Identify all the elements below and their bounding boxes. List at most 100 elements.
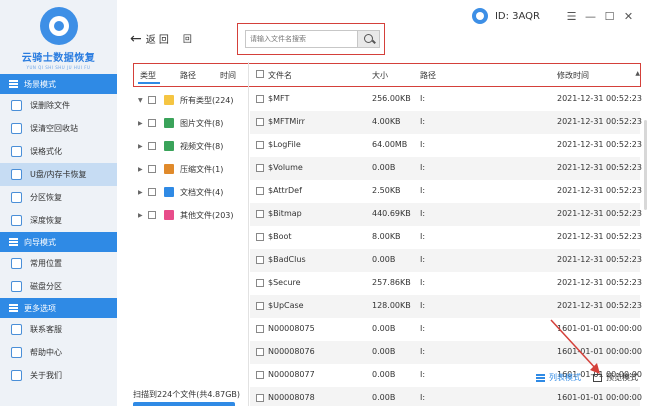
expand-arrow-icon[interactable]: ▶ (138, 143, 148, 150)
row-checkbox[interactable] (256, 118, 264, 126)
row-checkbox[interactable] (256, 256, 264, 264)
sidebar-item[interactable]: U盘/内存卡恢复 (0, 163, 117, 186)
row-checkbox[interactable] (256, 141, 264, 149)
sidebar-item-label: 关于我们 (30, 371, 62, 380)
tree-item[interactable]: ▶ 文档文件(4) (138, 184, 223, 200)
sidebar-item[interactable]: 误删除文件 (0, 94, 117, 117)
sidebar-item[interactable]: 关于我们 (0, 364, 117, 387)
expand-arrow-icon[interactable]: ▼ (138, 97, 148, 104)
table-row[interactable]: $MFTMirr 4.00KB I: 2021-12-31 00:52:23 (250, 111, 642, 134)
row-checkbox[interactable] (256, 164, 264, 172)
sort-arrow-icon[interactable]: ▲ (635, 70, 640, 77)
cell-size: 0.00B (372, 393, 396, 402)
row-checkbox[interactable] (256, 187, 264, 195)
table-row[interactable]: $BadClus 0.00B I: 2021-12-31 00:52:23 (250, 249, 642, 272)
sidebar-item[interactable]: 误格式化 (0, 140, 117, 163)
expand-arrow-icon[interactable]: ▶ (138, 212, 148, 219)
tree-item[interactable]: ▶ 视频文件(8) (138, 138, 223, 154)
sidebar-item[interactable]: 帮助中心 (0, 341, 117, 364)
back-arrow-icon[interactable]: ← (130, 32, 142, 46)
cell-name: N00008075 (268, 324, 315, 333)
active-tab-indicator (138, 82, 160, 84)
row-checkbox[interactable] (256, 279, 264, 287)
cell-path: I: (420, 301, 426, 310)
expand-arrow-icon[interactable]: ▶ (138, 189, 148, 196)
sidebar-item[interactable]: 深度恢复 (0, 209, 117, 232)
row-checkbox[interactable] (256, 95, 264, 103)
sidebar-item-label: 磁盘分区 (30, 282, 62, 291)
search-field (245, 30, 380, 48)
scrollbar[interactable] (644, 120, 647, 210)
sidebar-item-label: 深度恢复 (30, 216, 62, 225)
user-avatar-icon[interactable] (471, 8, 488, 24)
tree-item[interactable]: ▶ 图片文件(8) (138, 115, 223, 131)
sidebar-item[interactable]: 磁盘分区 (0, 275, 117, 298)
table-row[interactable]: $LogFile 64.00MB I: 2021-12-31 00:52:23 (250, 134, 642, 157)
logo-subtitle: YUN QI SHI SHU JU HUI FU (26, 65, 91, 70)
column-path[interactable]: 路径 (420, 70, 436, 81)
row-checkbox[interactable] (256, 233, 264, 241)
row-checkbox[interactable] (256, 325, 264, 333)
sidebar-item-label: 常用位置 (30, 259, 62, 268)
tab-time[interactable]: 时间 (220, 70, 236, 81)
sidebar-item[interactable]: 分区恢复 (0, 186, 117, 209)
tree-item[interactable]: ▼ 所有类型(224) (138, 92, 234, 108)
column-name[interactable]: 文件名 (268, 70, 292, 81)
cell-path: I: (420, 255, 426, 264)
table-row[interactable]: N00008078 0.00B I: 1601-01-01 00:00:00 (250, 387, 642, 406)
expand-arrow-icon[interactable]: ▶ (138, 166, 148, 173)
cell-size: 0.00B (372, 370, 396, 379)
cell-modified: 2021-12-31 00:52:23 (557, 255, 642, 264)
logo: 云骑士数据恢复 YUN QI SHI SHU JU HUI FU (0, 0, 117, 74)
tab-path[interactable]: 路径 (180, 70, 196, 81)
tree-checkbox[interactable] (148, 119, 156, 127)
tree-checkbox[interactable] (148, 142, 156, 150)
table-row[interactable]: $UpCase 128.00KB I: 2021-12-31 00:52:23 (250, 295, 642, 318)
back-button[interactable]: 返 回 (146, 31, 169, 46)
cell-size: 0.00B (372, 255, 396, 264)
table-row[interactable]: $Volume 0.00B I: 2021-12-31 00:52:23 (250, 157, 642, 180)
tab-type[interactable]: 类型 (140, 70, 156, 81)
sidebar-item[interactable]: 联系客服 (0, 318, 117, 341)
row-checkbox[interactable] (256, 394, 264, 402)
sidebar-item[interactable]: 常用位置 (0, 252, 117, 275)
table-row[interactable]: $Bitmap 440.69KB I: 2021-12-31 00:52:23 (250, 203, 642, 226)
menu-icon[interactable]: ☰ (564, 10, 579, 23)
tree-checkbox[interactable] (148, 165, 156, 173)
cell-size: 440.69KB (372, 209, 411, 218)
row-checkbox[interactable] (256, 210, 264, 218)
cell-size: 0.00B (372, 347, 396, 356)
column-size[interactable]: 大小 (372, 70, 388, 81)
table-row[interactable]: $MFT 256.00KB I: 2021-12-31 00:52:23 (250, 88, 642, 111)
tree-checkbox[interactable] (148, 96, 156, 104)
recover-button[interactable] (133, 402, 235, 406)
close-button[interactable]: ✕ (621, 10, 636, 23)
row-checkbox[interactable] (256, 371, 264, 379)
sidebar-item[interactable]: 误清空回收站 (0, 117, 117, 140)
search-icon[interactable] (357, 31, 379, 47)
minimize-button[interactable]: — (583, 10, 598, 23)
cell-path: I: (420, 370, 426, 379)
cell-name: $Volume (268, 163, 303, 172)
cell-path: I: (420, 393, 426, 402)
menu-lines-icon (9, 238, 18, 246)
sidebar-item-label: 误格式化 (30, 147, 62, 156)
table-row[interactable]: $Boot 8.00KB I: 2021-12-31 00:52:23 (250, 226, 642, 249)
home-button[interactable]: 回 (183, 32, 192, 45)
expand-arrow-icon[interactable]: ▶ (138, 120, 148, 127)
tree-checkbox[interactable] (148, 211, 156, 219)
search-input[interactable] (250, 33, 360, 45)
tree-item[interactable]: ▶ 压缩文件(1) (138, 161, 223, 177)
tree-item[interactable]: ▶ 其他文件(203) (138, 207, 234, 223)
tree-checkbox[interactable] (148, 188, 156, 196)
archive-icon (164, 164, 174, 174)
column-modified[interactable]: 修改时间 (557, 70, 589, 81)
row-checkbox[interactable] (256, 302, 264, 310)
user-id: ID: 3AQR (494, 10, 540, 22)
select-all-checkbox[interactable] (256, 70, 264, 78)
row-checkbox[interactable] (256, 348, 264, 356)
maximize-button[interactable]: ☐ (602, 10, 617, 23)
cell-modified: 2021-12-31 00:52:23 (557, 209, 642, 218)
table-row[interactable]: $AttrDef 2.50KB I: 2021-12-31 00:52:23 (250, 180, 642, 203)
table-row[interactable]: $Secure 257.86KB I: 2021-12-31 00:52:23 (250, 272, 642, 295)
